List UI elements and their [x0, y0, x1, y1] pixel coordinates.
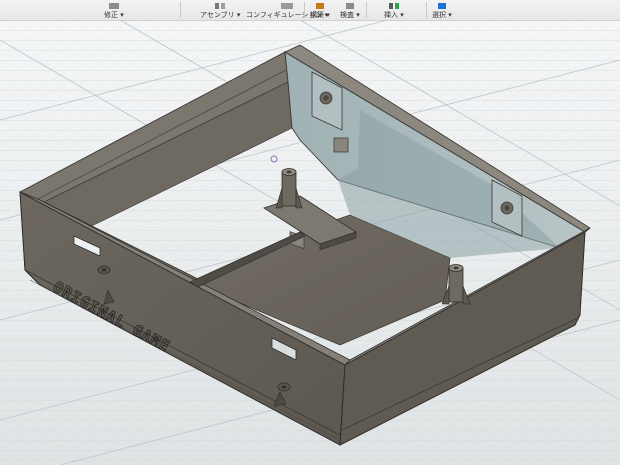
insert-icon — [388, 3, 399, 9]
select-icon — [437, 3, 446, 9]
modify-menu-label: 修正 ▾ — [104, 11, 124, 19]
inspect-menu[interactable]: 検査 ▾ — [336, 0, 364, 20]
insert-menu-label: 挿入 ▾ — [384, 11, 404, 19]
viewport-canvas[interactable]: ORIGINAL GAME — [0, 20, 620, 465]
hinge-tab — [333, 137, 349, 153]
assemble-menu[interactable]: アセンブリ ▾ — [196, 0, 244, 20]
construct-menu[interactable]: 構築 ▾ — [306, 0, 334, 20]
select-menu[interactable]: 選択 ▾ — [428, 0, 456, 20]
modify-menu[interactable]: 修正 ▾ — [100, 0, 128, 20]
toolbar-divider — [426, 2, 427, 18]
configuration-icon — [281, 3, 294, 9]
inspect-icon — [345, 3, 354, 9]
toolbar-divider — [180, 2, 181, 18]
inspect-menu-label: 検査 ▾ — [340, 11, 360, 19]
construct-menu-label: 構築 ▾ — [310, 11, 330, 19]
assemble-menu-label: アセンブリ ▾ — [200, 11, 241, 19]
insert-menu[interactable]: 挿入 ▾ — [380, 0, 408, 20]
construct-icon — [315, 3, 324, 9]
front-screw-hole — [97, 265, 111, 275]
modify-icon — [108, 3, 119, 9]
assemble-icon — [215, 3, 226, 9]
cad-application-window: 修正 ▾ アセンブリ ▾ コンフィギュレーション ▾ 構築 ▾ 検査 ▾ 挿入 … — [0, 0, 620, 465]
select-menu-label: 選択 ▾ — [432, 11, 452, 19]
front-screw-hole — [277, 382, 291, 392]
toolbar-divider — [366, 2, 367, 18]
ribbon-toolbar: 修正 ▾ アセンブリ ▾ コンフィギュレーション ▾ 構築 ▾ 検査 ▾ 挿入 … — [0, 0, 620, 21]
3d-viewport[interactable]: ORIGINAL GAME — [0, 20, 620, 465]
toolbar-divider — [304, 2, 305, 18]
